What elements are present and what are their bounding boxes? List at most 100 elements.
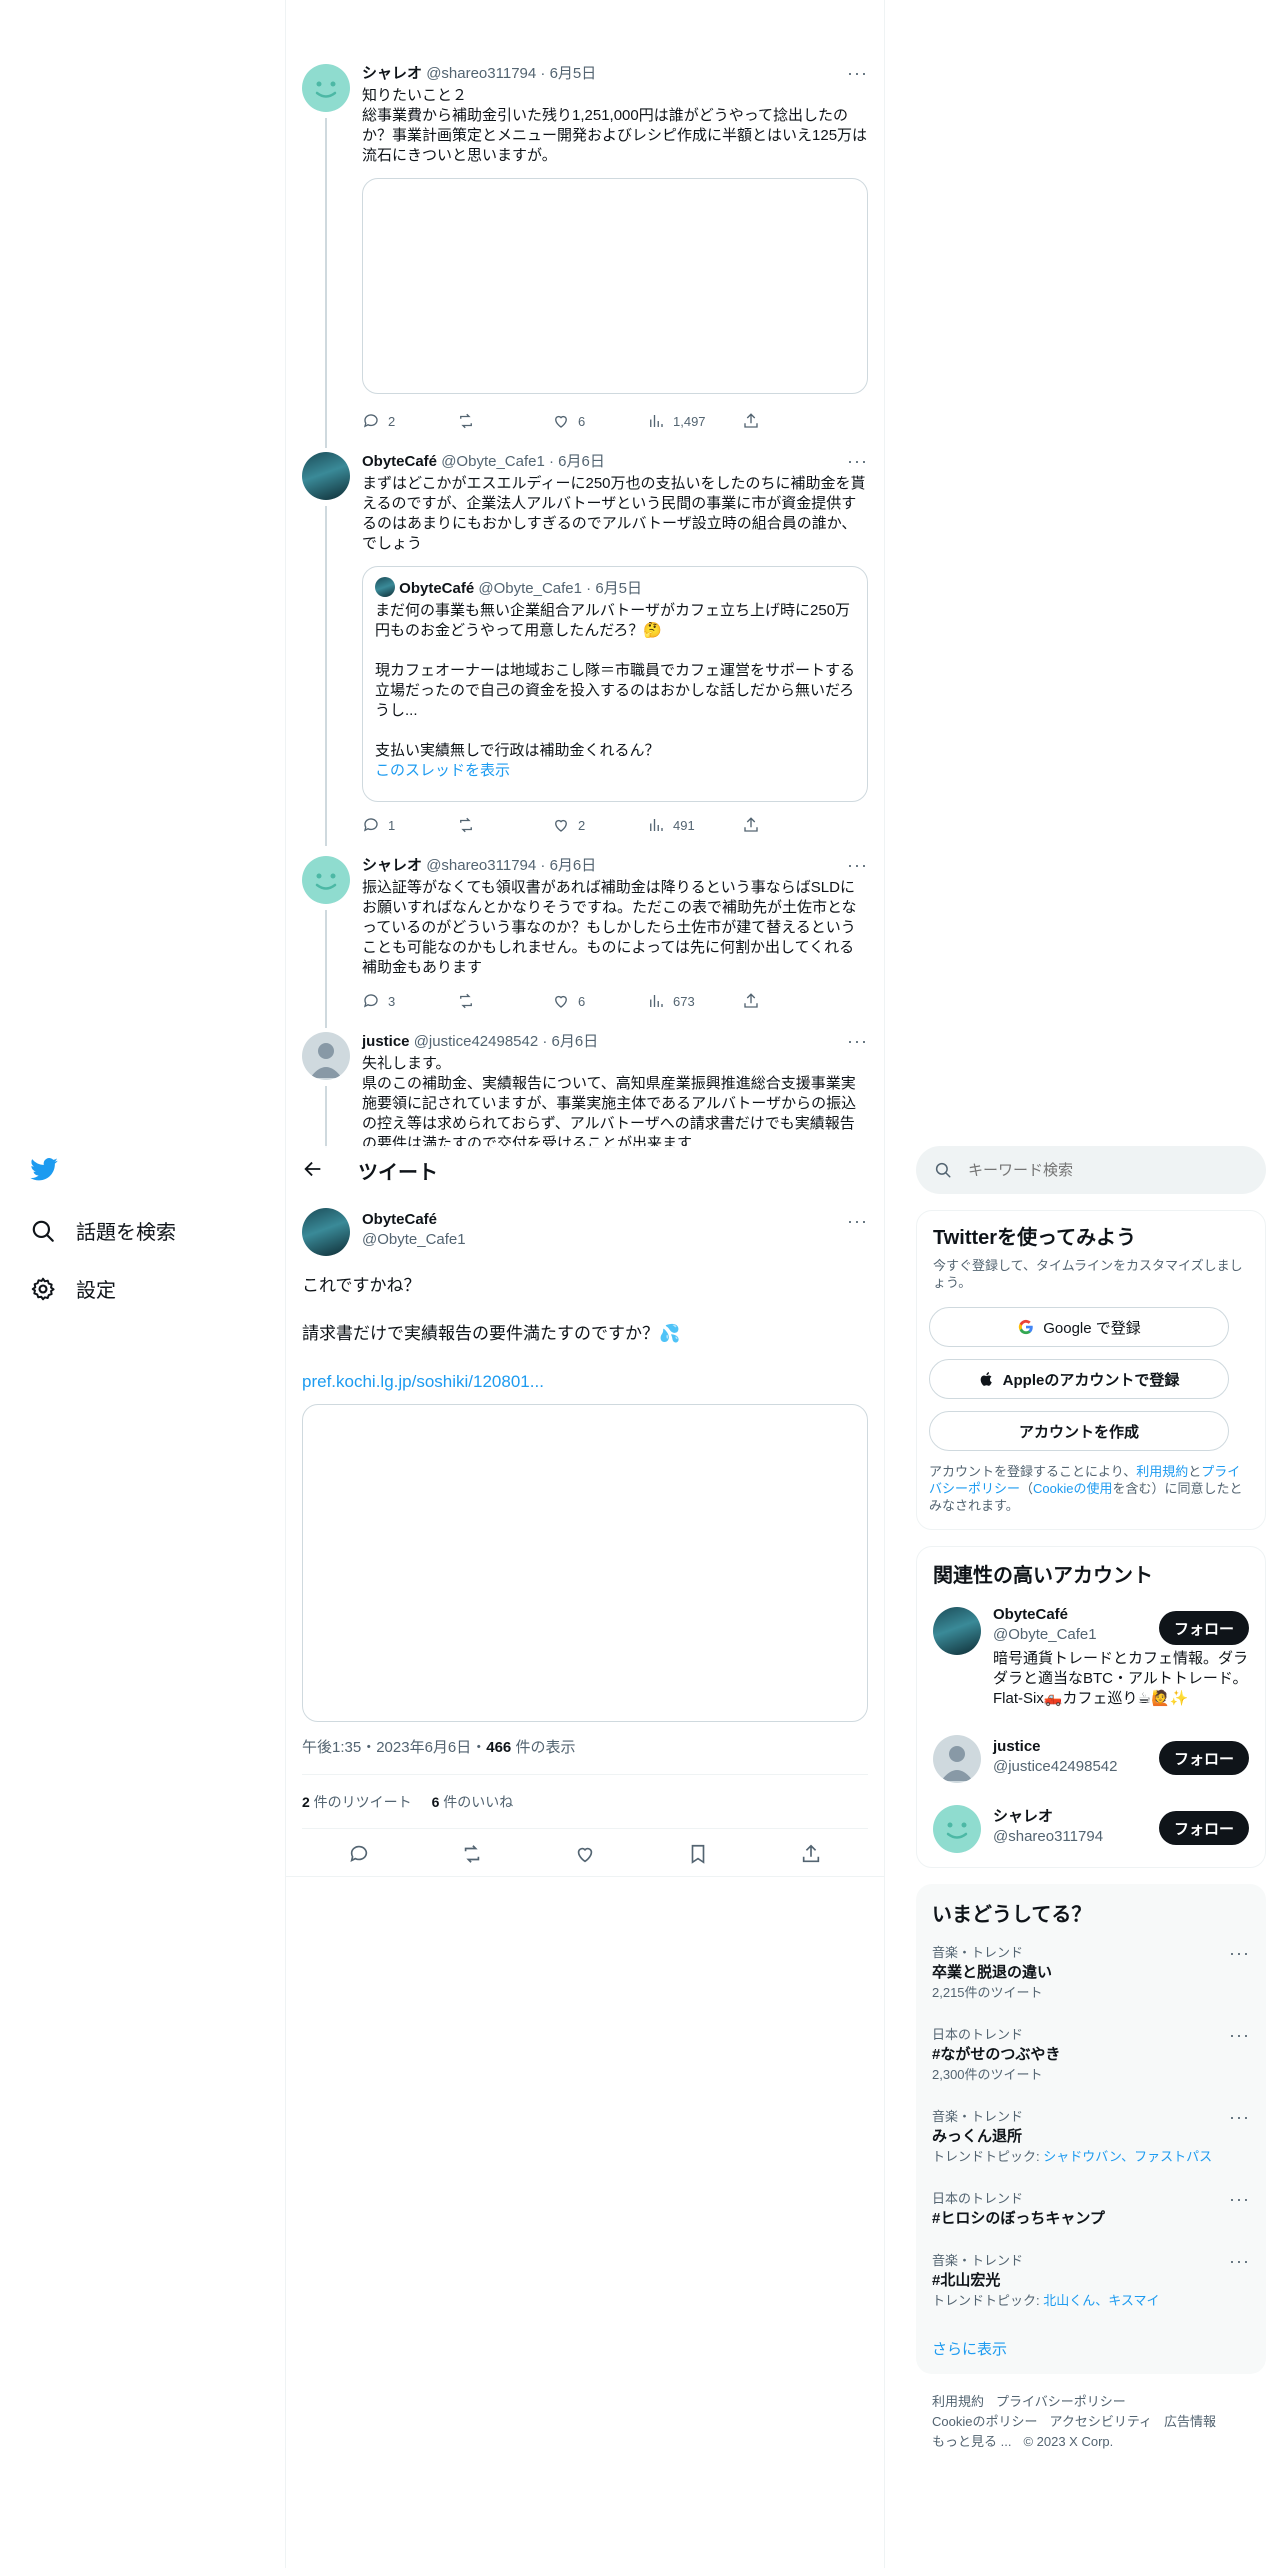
author-name[interactable]: シャレオ xyxy=(362,857,422,874)
reply-icon[interactable] xyxy=(348,1843,370,1865)
trend-topic-links[interactable]: シャドウバン、ファストパス xyxy=(1043,2149,1212,2164)
author-name[interactable]: justice xyxy=(362,1033,410,1050)
sidebar-item-settings[interactable]: 設定 xyxy=(30,1274,116,1303)
trend-item[interactable]: 日本のトレンド #ながせのつぶやき 2,300件のツイート ··· xyxy=(932,2026,1250,2084)
share-icon[interactable] xyxy=(800,1843,822,1865)
retweet-icon[interactable] xyxy=(461,1843,483,1865)
footer-accessibility-link[interactable]: アクセシビリティ xyxy=(1049,2414,1152,2429)
tweet-date[interactable]: 6月5日 xyxy=(550,65,597,82)
avatar[interactable] xyxy=(933,1805,981,1853)
trend-item[interactable]: 音楽・トレンド 卒業と脱退の違い 2,215件のツイート ··· xyxy=(932,1944,1250,2002)
avatar[interactable] xyxy=(302,452,350,500)
thread-tweet[interactable]: シャレオ @shareo311794 · 6月5日 ··· 知りたいこと２ 総事… xyxy=(286,60,884,448)
more-icon[interactable]: ··· xyxy=(847,856,868,874)
related-account[interactable]: justice @justice42498542 フォロー xyxy=(917,1731,1265,1791)
sidebar-item-explore[interactable]: 話題を検索 xyxy=(30,1216,176,1245)
author-handle[interactable]: @shareo311794 xyxy=(426,65,536,82)
account-name[interactable]: シャレオ xyxy=(993,1807,1103,1827)
account-name[interactable]: justice xyxy=(993,1737,1117,1757)
author-name[interactable]: シャレオ xyxy=(362,65,422,82)
footer-privacy-link[interactable]: プライバシーポリシー xyxy=(996,2394,1126,2409)
more-icon[interactable]: ··· xyxy=(847,64,868,82)
likes-stat[interactable]: 6 件のいいね xyxy=(432,1794,514,1810)
retweet-button[interactable] xyxy=(457,816,552,834)
like-button[interactable]: 6 xyxy=(552,992,647,1010)
like-button[interactable]: 2 xyxy=(552,816,647,834)
avatar[interactable] xyxy=(302,64,350,112)
account-name[interactable]: ObyteCafé xyxy=(993,1605,1097,1625)
follow-button[interactable]: フォロー xyxy=(1159,1741,1249,1775)
share-button[interactable] xyxy=(742,816,837,834)
more-icon[interactable]: ··· xyxy=(1229,2252,1250,2270)
footer-ads-link[interactable]: 広告情報 xyxy=(1164,2414,1216,2429)
more-icon[interactable]: ··· xyxy=(1229,1944,1250,1962)
author-handle[interactable]: @Obyte_Cafe1 xyxy=(362,1230,466,1250)
create-account-button[interactable]: アカウントを作成 xyxy=(929,1411,1229,1451)
author-handle[interactable]: @justice42498542 xyxy=(414,1033,538,1050)
follow-button[interactable]: フォロー xyxy=(1159,1811,1249,1845)
avatar[interactable] xyxy=(302,1208,350,1256)
avatar[interactable] xyxy=(302,1032,350,1080)
more-icon[interactable]: ··· xyxy=(847,1032,868,1050)
tweet-media[interactable] xyxy=(302,1404,868,1722)
footer-cookie-link[interactable]: Cookieのポリシー xyxy=(932,2414,1037,2429)
more-icon[interactable]: ··· xyxy=(847,452,868,470)
share-button[interactable] xyxy=(742,992,837,1010)
twitter-logo-icon[interactable] xyxy=(28,1155,60,1189)
heart-icon[interactable] xyxy=(574,1843,596,1865)
apple-signup-button[interactable]: Appleのアカウントで登録 xyxy=(929,1359,1229,1399)
trend-item[interactable]: 日本のトレンド #ヒロシのぼっちキャンプ ··· xyxy=(932,2190,1250,2230)
reply-button[interactable]: 3 xyxy=(362,992,457,1010)
bookmark-icon[interactable] xyxy=(687,1843,709,1865)
views-button[interactable]: 1,497 xyxy=(647,412,742,430)
related-account[interactable]: シャレオ @shareo311794 フォロー xyxy=(917,1801,1265,1861)
search-input[interactable] xyxy=(968,1161,1228,1179)
thread-tweet[interactable]: justice @justice42498542 · 6月6日 ··· 失礼しま… xyxy=(286,1028,884,1148)
thread-tweet[interactable]: ObyteCafé @Obyte_Cafe1 · 6月6日 ··· まずはどこか… xyxy=(286,448,884,846)
views-button[interactable]: 491 xyxy=(647,816,742,834)
author-name[interactable]: ObyteCafé xyxy=(362,453,437,470)
quoted-tweet[interactable]: ObyteCafé @Obyte_Cafe1 · 6月5日 まだ何の事業も無い企… xyxy=(362,566,868,802)
trend-topic-links[interactable]: 北山くん、キスマイ xyxy=(1043,2293,1159,2308)
author-handle[interactable]: @Obyte_Cafe1 xyxy=(441,453,545,470)
search-box[interactable] xyxy=(916,1146,1266,1194)
show-more-link[interactable]: さらに表示 xyxy=(932,2338,1007,2359)
account-handle[interactable]: @shareo311794 xyxy=(993,1827,1103,1847)
tweet-date[interactable]: 6月6日 xyxy=(552,1033,599,1050)
tweet-date[interactable]: 6月6日 xyxy=(550,857,597,874)
retweet-button[interactable] xyxy=(457,412,552,430)
thread-tweet[interactable]: シャレオ @shareo311794 · 6月6日 ··· 振込証等がなくても領… xyxy=(286,852,884,1028)
trend-item[interactable]: 音楽・トレンド #北山宏光 トレンドトピック: 北山くん、キスマイ ··· xyxy=(932,2252,1250,2310)
more-icon[interactable]: ··· xyxy=(1229,2108,1250,2126)
footer-more-link[interactable]: もっと見る ... xyxy=(932,2434,1011,2449)
follow-button[interactable]: フォロー xyxy=(1159,1611,1249,1645)
like-button[interactable]: 6 xyxy=(552,412,647,430)
retweet-button[interactable] xyxy=(457,992,552,1010)
cookie-link[interactable]: Cookieの使用 xyxy=(1033,1481,1112,1496)
author-handle[interactable]: @shareo311794 xyxy=(426,857,536,874)
google-signup-button[interactable]: Google で登録 xyxy=(929,1307,1229,1347)
terms-link[interactable]: 利用規約 xyxy=(1136,1464,1188,1479)
tweet-date[interactable]: 6月6日 xyxy=(558,453,605,470)
more-icon[interactable]: ··· xyxy=(1229,2190,1250,2208)
more-icon[interactable]: ··· xyxy=(847,1212,868,1230)
views-button[interactable]: 673 xyxy=(647,992,742,1010)
account-handle[interactable]: @justice42498542 xyxy=(993,1757,1117,1777)
retweets-stat[interactable]: 2 件のリツイート xyxy=(302,1794,412,1810)
avatar[interactable] xyxy=(933,1607,981,1655)
tweet-link[interactable]: pref.kochi.lg.jp/soshiki/120801... xyxy=(302,1370,544,1394)
trend-item[interactable]: 音楽・トレンド みっくん退所 トレンドトピック: シャドウバン、ファストパス ·… xyxy=(932,2108,1250,2166)
footer-terms-link[interactable]: 利用規約 xyxy=(932,2394,984,2409)
share-button[interactable] xyxy=(742,412,837,430)
reply-button[interactable]: 1 xyxy=(362,816,457,834)
avatar[interactable] xyxy=(933,1735,981,1783)
avatar[interactable] xyxy=(302,856,350,904)
author-name[interactable]: ObyteCafé xyxy=(362,1210,466,1230)
tweet-media[interactable] xyxy=(362,178,868,394)
more-icon[interactable]: ··· xyxy=(1229,2026,1250,2044)
show-thread-link[interactable]: このスレッドを表示 xyxy=(375,761,855,781)
account-handle[interactable]: @Obyte_Cafe1 xyxy=(993,1625,1097,1645)
related-account[interactable]: ObyteCafé @Obyte_Cafe1 フォロー 暗号通貨トレードとカフェ… xyxy=(917,1603,1265,1719)
back-arrow-icon[interactable] xyxy=(302,1158,324,1184)
tweet-time[interactable]: 午後1:35・2023年6月6日・ xyxy=(302,1739,486,1756)
